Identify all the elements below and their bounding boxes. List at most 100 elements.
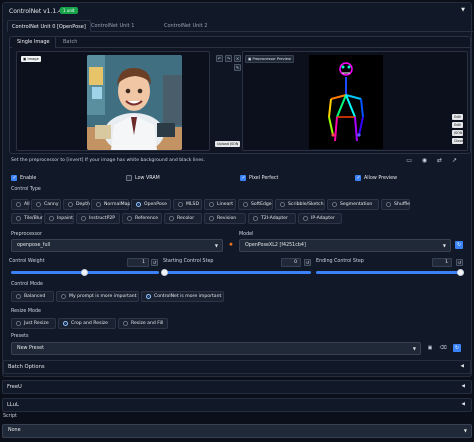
allow-preview-checkbox[interactable]: Allow Preview (355, 175, 397, 181)
ending-step-slider[interactable] (457, 269, 464, 276)
redo-icon[interactable]: ↷ (225, 55, 232, 62)
run-preprocessor-icon[interactable]: ✹ (227, 241, 235, 249)
radio-label: NormalMap (104, 202, 131, 207)
camera-icon[interactable]: ◉ (422, 157, 427, 164)
ending-step-label: Ending Control Step (316, 259, 364, 264)
model-label: Model (239, 232, 254, 237)
radio-icon (146, 294, 151, 299)
radio-label: Canny (44, 202, 59, 207)
image-upload-area[interactable]: ▣ Image (16, 51, 210, 151)
batch-options-accordion[interactable]: Batch Options ◀ (3, 360, 471, 374)
close-preview-button[interactable]: Close (452, 138, 463, 144)
control-type-segmentation[interactable]: Segmentation (327, 199, 379, 210)
presets-select[interactable]: New Preset ▼ (11, 342, 421, 355)
control-type-tile-blur[interactable]: Tile/Blur (11, 213, 43, 224)
image-subtabs: Single Image Batch (10, 37, 470, 48)
tab-single-image[interactable]: Single Image (12, 37, 56, 48)
control-weight-input[interactable]: 1 (127, 258, 149, 267)
reset-icon[interactable]: ↺ (304, 259, 311, 266)
control-type-softedge[interactable]: SoftEdge (238, 199, 273, 210)
edit-button[interactable]: Edit (452, 114, 463, 120)
input-image (87, 55, 182, 150)
tab-unit-0[interactable]: ControlNet Unit 0 [OpenPose] (7, 20, 91, 32)
control-type-scribble-sketch[interactable]: Scribble/Sketch (275, 199, 325, 210)
ending-step-input[interactable]: 1 (432, 258, 452, 267)
edit-button-2[interactable]: Edit (452, 122, 463, 128)
starting-step-label: Starting Control Step (163, 259, 214, 264)
invert-hint: Set the preprocessor to [invert] If your… (11, 158, 206, 163)
dropdown-icon: ▼ (214, 243, 218, 248)
radio-label: OpenPose (144, 202, 167, 207)
reset-icon[interactable]: ↺ (151, 259, 158, 266)
radio-label: MLSD (186, 202, 199, 207)
starting-step-input[interactable]: 0 (281, 258, 301, 267)
preprocessor-select[interactable]: openpose_full ▼ (11, 239, 223, 252)
dropdown-icon: ▼ (412, 346, 416, 351)
radio-label: Reference (135, 216, 159, 221)
resize-mode-just-resize[interactable]: Just Resize (11, 318, 56, 329)
edit-icon[interactable]: ✎ (234, 64, 241, 71)
control-type-ip-adapter[interactable]: IP-Adapter (298, 213, 342, 224)
control-type-depth[interactable]: Depth (63, 199, 90, 210)
radio-icon (136, 202, 141, 207)
control-mode-controlnet-is-more-important[interactable]: ControlNet is more important (141, 291, 224, 302)
resize-mode-crop-and-resize[interactable]: Crop and Resize (58, 318, 116, 329)
enable-check-icon (11, 175, 17, 181)
tab-unit-1[interactable]: ControlNet Unit 1 (87, 20, 138, 32)
refresh-models-icon[interactable]: ↻ (455, 241, 463, 249)
tab-unit-2[interactable]: ControlNet Unit 2 (160, 20, 211, 32)
send-dimensions-icon[interactable]: ↗ (452, 157, 457, 164)
dropdown-icon: ▼ (463, 428, 467, 433)
starting-step-slider[interactable] (161, 269, 168, 276)
control-type-revision[interactable]: Revision (204, 213, 246, 224)
radio-label: Revision (217, 216, 237, 221)
script-select[interactable]: None ▼ (2, 424, 472, 438)
collapse-icon[interactable]: ▼ (461, 7, 465, 13)
control-type-inpaint[interactable]: Inpaint (44, 213, 74, 224)
delete-preset-icon[interactable]: ⌫ (439, 344, 447, 352)
radio-label: SoftEdge (251, 202, 272, 207)
control-type-reference[interactable]: Reference (122, 213, 162, 224)
control-type-shuffle[interactable]: Shuffle (381, 199, 410, 210)
unit-tabs: ControlNet Unit 0 [OpenPose] ControlNet … (7, 20, 473, 32)
radio-icon (63, 321, 68, 326)
radio-icon (68, 202, 73, 207)
control-weight-slider[interactable] (81, 269, 88, 276)
control-type-normalmap[interactable]: NormalMap (91, 199, 131, 210)
freeu-accordion[interactable]: FreeU ◀ (2, 380, 472, 394)
radio-icon (61, 294, 66, 299)
control-type-recolor[interactable]: Recolor (164, 213, 202, 224)
control-type-mlsd[interactable]: MLSD (173, 199, 202, 210)
low-vram-checkbox[interactable]: Low VRAM (126, 175, 160, 181)
control-type-instructp2p[interactable]: InstructP2P (76, 213, 120, 224)
control-type-canny[interactable]: Canny (31, 199, 61, 210)
control-type-lineart[interactable]: Lineart (204, 199, 236, 210)
control-type-t2i-adapter[interactable]: T2I-Adapter (248, 213, 296, 224)
close-icon[interactable]: × (234, 55, 241, 62)
image-tools: ▭ ◉ ⇄ ↗ (398, 157, 457, 164)
save-preset-icon[interactable]: ▣ (426, 344, 434, 352)
control-mode-balanced[interactable]: Balanced (11, 291, 54, 302)
undo-icon[interactable]: ↶ (216, 55, 223, 62)
radio-icon (280, 202, 285, 207)
radio-icon (209, 216, 214, 221)
enable-checkbox[interactable]: Enable (11, 175, 36, 181)
refresh-presets-icon[interactable]: ↻ (453, 344, 461, 352)
reset-icon[interactable]: ↺ (456, 259, 463, 266)
model-select[interactable]: OpenPoseXL2 [f4251cb4] ▼ (239, 239, 451, 252)
preview-tag: ▣ Preprocessor Preview (245, 55, 294, 63)
tab-batch[interactable]: Batch (58, 37, 82, 48)
starting-step-track (163, 271, 311, 274)
json-button[interactable]: JSON (452, 130, 463, 136)
pixel-perfect-checkbox[interactable]: Pixel Perfect (240, 175, 278, 181)
upload-json-button[interactable]: Upload JSON (215, 141, 241, 147)
new-canvas-icon[interactable]: ▭ (406, 157, 412, 164)
control-type-openpose[interactable]: OpenPose (131, 199, 171, 210)
control-type-all[interactable]: All (11, 199, 30, 210)
swap-icon[interactable]: ⇄ (437, 157, 442, 164)
radio-icon (332, 202, 337, 207)
control-mode-my-prompt-is-more-important[interactable]: My prompt is more important (56, 291, 139, 302)
llul-accordion[interactable]: LLuL ◀ (2, 398, 472, 412)
resize-mode-resize-and-fill[interactable]: Resize and Fill (118, 318, 168, 329)
radio-label: My prompt is more important (69, 294, 137, 299)
